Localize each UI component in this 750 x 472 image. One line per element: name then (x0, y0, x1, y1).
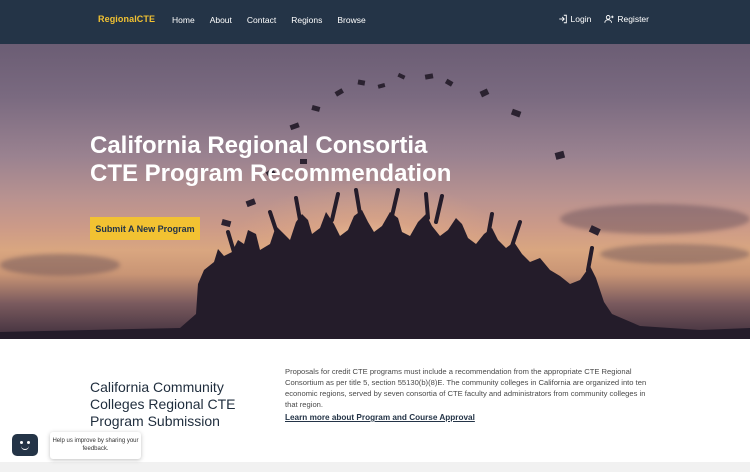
program-approval-link[interactable]: Learn more about Program and Course Appr… (285, 413, 475, 422)
cap (479, 88, 490, 98)
cap (334, 88, 344, 97)
cap (424, 73, 434, 80)
arm (424, 192, 430, 220)
cap (221, 219, 232, 228)
mouth (21, 446, 29, 450)
section-title: California Community Colleges Regional C… (90, 379, 236, 429)
register-label: Register (617, 14, 649, 24)
footer-strip (0, 462, 750, 472)
hero-title-line1: California Regional Consortia (90, 132, 428, 159)
arm (354, 188, 362, 216)
top-navbar: RegionalCTE Home About Contact Regions B… (0, 0, 750, 44)
eye (20, 441, 23, 444)
register-link[interactable]: Register (604, 14, 649, 24)
section-body: Proposals for credit CTE programs must i… (285, 367, 647, 409)
nav-home[interactable]: Home (172, 15, 195, 25)
cap (444, 78, 454, 87)
cap (289, 122, 300, 131)
cap (357, 79, 366, 86)
arm (510, 220, 522, 248)
login-label: Login (570, 14, 592, 24)
cap (588, 225, 601, 236)
hero-banner: California Regional Consortia CTE Progra… (0, 44, 750, 339)
feedback-face-icon[interactable] (12, 434, 38, 456)
arm (294, 196, 302, 222)
arm (226, 230, 236, 254)
nav-regions[interactable]: Regions (291, 15, 322, 25)
login-link[interactable]: Login (558, 14, 592, 24)
nav-contact[interactable]: Contact (247, 15, 276, 25)
hero-title: California Regional Consortia CTE Progra… (90, 132, 451, 188)
feedback-bubble[interactable]: Help us improve by sharing your feedback… (50, 432, 141, 459)
arm (434, 194, 444, 224)
brand-logo[interactable]: RegionalCTE (98, 14, 155, 24)
arm (330, 192, 340, 222)
nav-links: Home About Contact Regions Browse (172, 15, 381, 25)
cap (245, 198, 257, 208)
cap (510, 108, 522, 118)
eye (27, 441, 30, 444)
arm (390, 188, 400, 218)
cap (554, 150, 566, 160)
cap (397, 72, 406, 80)
arm (268, 210, 278, 232)
auth-links: Login Register (545, 14, 649, 24)
arm (586, 246, 594, 272)
nav-browse[interactable]: Browse (337, 15, 365, 25)
nav-about[interactable]: About (210, 15, 232, 25)
submit-program-button[interactable]: Submit A New Program (90, 217, 200, 240)
cap (377, 83, 386, 89)
user-plus-icon (604, 15, 614, 23)
login-icon (558, 14, 567, 24)
graduates-silhouette (0, 72, 750, 339)
cap (311, 105, 321, 112)
hero-title-line2: CTE Program Recommendation (90, 160, 452, 187)
